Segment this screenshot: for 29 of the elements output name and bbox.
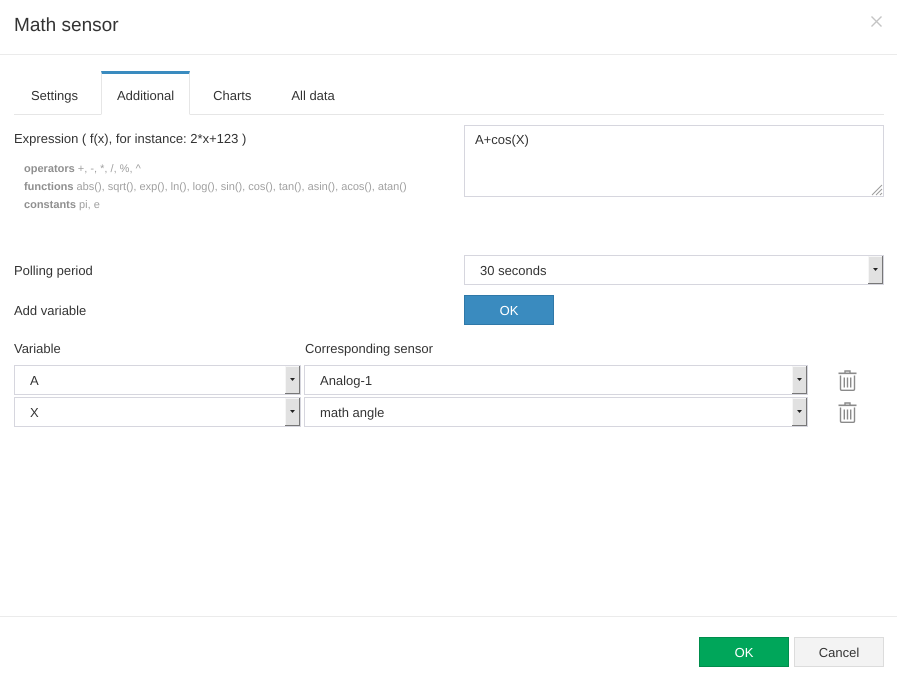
sensor-select[interactable]: Analog-1 <box>304 365 808 395</box>
expression-label: Expression ( f(x), for instance: 2*x+123 ) <box>14 131 248 146</box>
resize-grip-icon[interactable] <box>869 182 883 196</box>
trash-icon[interactable] <box>838 370 857 390</box>
hint-text: operators +, -, *, /, %, ^ <box>24 162 142 177</box>
sensor-select[interactable]: math angle <box>304 397 808 427</box>
polling-period-label: Polling period <box>14 262 94 278</box>
tab[interactable]: All data <box>274 71 352 115</box>
expression-field[interactable]: A+cos(X) <box>464 125 884 197</box>
tab[interactable]: Additional <box>100 71 190 115</box>
cancel-button[interactable]: Cancel <box>794 637 884 667</box>
tab[interactable]: Settings <box>14 71 95 115</box>
variable-select[interactable]: A <box>14 365 302 395</box>
caret-icon[interactable] <box>792 398 808 426</box>
hint-text: functions abs(), sqrt(), exp(), ln(), log(), sin(), cos(), tan(), asin(), acos(), atan() <box>24 180 408 195</box>
tab[interactable]: Charts <box>196 71 268 115</box>
add-variable-label: Add variable <box>14 302 88 318</box>
column-header: Corresponding sensor <box>305 341 433 356</box>
caret-icon[interactable] <box>792 366 808 394</box>
ok-button[interactable]: OK <box>464 295 554 325</box>
column-header: Variable <box>14 341 62 356</box>
variable-select[interactable]: X <box>14 397 302 427</box>
hint-text: constants pi, e <box>24 198 101 213</box>
caret-icon[interactable] <box>868 256 883 284</box>
dialog-title: Math sensor <box>14 15 119 37</box>
caret-icon[interactable] <box>285 366 300 394</box>
caret-icon[interactable] <box>285 398 300 426</box>
polling-period-select[interactable]: 30 seconds <box>464 255 884 285</box>
trash-icon[interactable] <box>838 402 857 422</box>
